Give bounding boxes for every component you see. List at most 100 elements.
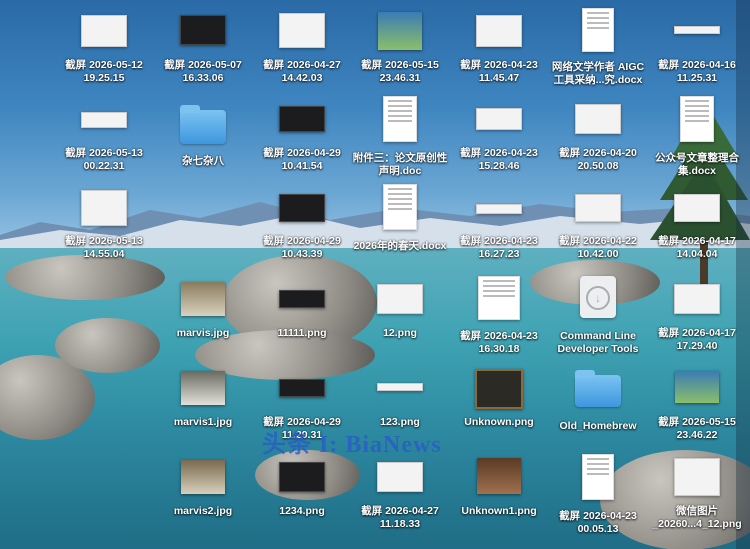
icon-label: 截屏 2026-05-13 00.22.31 [65,147,143,172]
image-icon [279,462,325,492]
image-icon [377,383,423,391]
disk-image-icon: ↓ [580,276,616,318]
desktop-icon[interactable]: marvis.jpg [154,280,252,366]
icon-label: 截屏 2026-05-15 23.46.22 [658,416,736,441]
docx-icon [383,184,417,230]
screenshot-icon [180,15,226,45]
desktop-icon[interactable]: 截屏 2026-04-29 10.43.39 [253,188,351,274]
desktop-icon[interactable]: ↓ Command Line Developer Tools [549,276,647,362]
icon-label: 截屏 2026-05-15 23.46.31 [361,59,439,84]
screenshot-icon [279,13,325,48]
icon-label: 截屏 2026-05-13 14.55.04 [65,235,143,260]
icon-label: 截屏 2026-04-23 15.28.46 [460,147,538,172]
image-icon [477,458,521,494]
image-icon [674,458,720,496]
desktop-icon[interactable]: 网络文学作者 AIGC 工具采纳...究.docx [549,8,647,94]
desktop-icon[interactable]: 微信图片 _20260...4_12.png [648,458,746,544]
image-icon [181,282,225,316]
desktop-icon[interactable]: 截屏 2026-04-23 15.28.46 [450,100,548,186]
desktop-icon[interactable]: 截屏 2026-05-13 14.55.04 [55,188,153,274]
screenshot-icon [378,12,422,50]
desktop-icon[interactable]: 截屏 2026-04-23 16.27.23 [450,188,548,274]
desktop-icon[interactable]: 截屏 2026-04-23 16.30.18 [450,276,548,362]
desktop-icon[interactable]: 截屏 2026-04-23 00.05.13 [549,454,647,540]
screenshot-icon [478,276,520,320]
desktop-icon[interactable]: 截屏 2026-05-15 23.46.31 [351,12,449,98]
screenshot-icon [81,15,127,47]
desktop-icon[interactable]: 1234.png [253,458,351,544]
desktop-icon[interactable]: 截屏 2026-04-29 10.41.54 [253,100,351,186]
icon-label: 附件三：论文原创性 声明.doc [352,152,448,177]
docx-icon [680,96,714,142]
desktop-icon[interactable]: 截屏 2026-04-27 11.18.33 [351,458,449,544]
desktop-icon[interactable]: 11111.png [253,280,351,366]
screenshot-icon [476,108,522,130]
desktop-icon[interactable]: 截屏 2026-04-17 17.29.40 [648,280,746,366]
icon-label: Command Line Developer Tools [557,330,639,355]
screenshot-icon [476,204,522,214]
screenshot-icon [377,462,423,492]
desktop-icon[interactable]: 截屏 2026-05-15 23.46.22 [648,369,746,455]
desktop-icon[interactable]: 截屏 2026-04-27 14.42.03 [253,12,351,98]
icon-label: 12.png [383,327,417,339]
screenshot-icon [675,371,719,403]
desktop-icon[interactable]: 2026年的春天.docx [351,184,449,270]
icon-label: 截屏 2026-04-29 10.43.39 [263,235,341,260]
image-icon [279,290,325,308]
screenshot-icon [674,284,720,314]
icon-label: 截屏 2026-04-27 14.42.03 [263,59,341,84]
image-icon [377,284,423,314]
icon-label: 截屏 2026-04-16 11.25.31 [658,59,736,84]
icon-label: 截屏 2026-04-22 10.42.00 [559,235,637,260]
desktop-icon[interactable]: 公众号文章整理合 集.docx [648,96,746,182]
icon-label: Unknown.png [464,416,534,428]
screenshot-icon [674,26,720,34]
icon-label: marvis2.jpg [173,505,233,517]
screenshot-icon [582,454,614,500]
icon-label: 截屏 2026-04-23 00.05.13 [559,510,637,535]
desktop-icon[interactable]: 附件三：论文原创性 声明.doc [351,96,449,182]
screenshot-icon [279,379,325,397]
icon-label: 截屏 2026-04-29 10.41.54 [263,147,341,172]
icon-label: 截屏 2026-04-17 17.29.40 [658,327,736,352]
docx-icon [582,8,614,52]
desktop-icon[interactable]: 截屏 2026-05-12 19.25.15 [55,12,153,98]
desktop-icon[interactable]: Unknown.png [450,369,548,455]
screenshot-icon [674,194,720,222]
desktop-icon[interactable]: 截屏 2026-05-07 16.33.06 [154,12,252,98]
desktop-icon[interactable]: 截屏 2026-05-13 00.22.31 [55,100,153,186]
folder-icon [575,370,621,407]
desktop-icon[interactable]: 12.png [351,280,449,366]
desktop-icon[interactable]: 截屏 2026-04-23 11.45.47 [450,12,548,98]
screenshot-icon [575,104,621,134]
desktop-icon[interactable]: 杂七杂八 [154,100,252,186]
icon-label: 截屏 2026-04-23 11.45.47 [460,59,538,84]
desktop-icon[interactable]: 截屏 2026-04-22 10.42.00 [549,188,647,274]
icon-label: 截屏 2026-04-20 20.50.08 [559,147,637,172]
icon-label: 杂七杂八 [182,155,224,167]
screenshot-icon [279,106,325,132]
doc-icon [383,96,417,142]
screenshot-icon [81,190,127,226]
image-icon [475,369,523,409]
wallpaper-rock [55,318,160,373]
icon-label: 截屏 2026-04-23 16.30.18 [460,330,538,355]
desktop-icon[interactable]: marvis2.jpg [154,458,252,544]
desktop-icon[interactable]: Old_Homebrew [549,369,647,455]
icon-label: marvis.jpg [176,327,230,339]
desktop-icon[interactable]: 截屏 2026-04-20 20.50.08 [549,100,647,186]
icon-label: 1234.png [279,505,325,517]
watermark: 头条 I: BiaNews [262,432,442,458]
image-icon [181,371,225,405]
icon-label: Old_Homebrew [559,420,637,432]
desktop-icon[interactable]: marvis1.jpg [154,369,252,455]
icon-label: Unknown1.png [461,505,537,517]
desktop-icon[interactable]: 截屏 2026-04-16 11.25.31 [648,12,746,98]
icon-label: 截屏 2026-05-07 16.33.06 [164,59,242,84]
screenshot-icon [575,194,621,222]
desktop-icon[interactable]: Unknown1.png [450,458,548,544]
icon-label: 微信图片 _20260...4_12.png [652,505,742,530]
icon-label: 公众号文章整理合 集.docx [655,152,739,177]
icon-label: 截屏 2026-05-12 19.25.15 [65,59,143,84]
desktop-icon[interactable]: 截屏 2026-04-17 14.04.04 [648,188,746,274]
